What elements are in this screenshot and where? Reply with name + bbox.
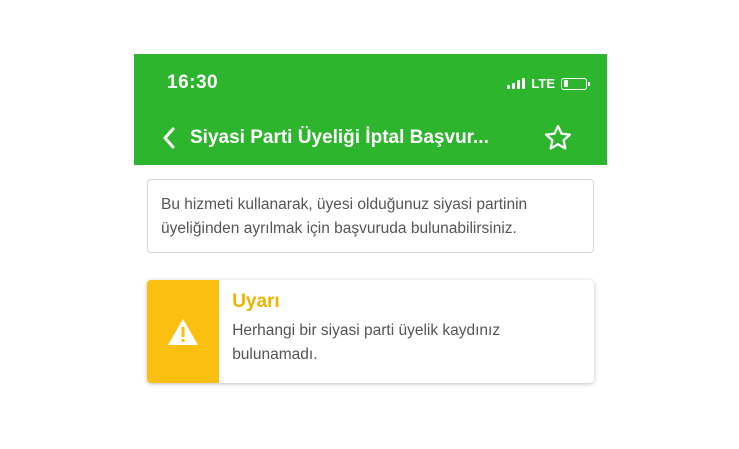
network-type: LTE bbox=[531, 76, 555, 91]
info-box: Bu hizmeti kullanarak, üyesi olduğunuz s… bbox=[147, 179, 594, 253]
alert-body: Uyarı Herhangi bir siyasi parti üyelik k… bbox=[219, 280, 594, 383]
app-header: 16:30 LTE Siyasi Parti Üyeliği İptal Baş… bbox=[134, 54, 607, 165]
status-indicators: LTE bbox=[507, 76, 590, 91]
star-outline-icon bbox=[545, 125, 571, 150]
battery-fill bbox=[563, 80, 568, 87]
page-title: Siyasi Parti Üyeliği İptal Başvur... bbox=[190, 127, 489, 148]
back-button[interactable] bbox=[158, 124, 180, 152]
warning-alert: Uyarı Herhangi bir siyasi parti üyelik k… bbox=[147, 280, 594, 383]
battery-icon bbox=[561, 77, 590, 90]
alert-title: Uyarı bbox=[232, 291, 280, 312]
alert-message: Herhangi bir siyasi parti üyelik kaydını… bbox=[232, 322, 501, 363]
phone-screen: 16:30 LTE Siyasi Parti Üyeliği İptal Baş… bbox=[134, 54, 607, 449]
chevron-left-icon bbox=[163, 127, 175, 149]
alert-stripe bbox=[147, 280, 220, 383]
warning-icon bbox=[168, 318, 199, 345]
signal-icon bbox=[507, 78, 526, 89]
favorite-button[interactable] bbox=[543, 123, 573, 153]
info-text: Bu hizmeti kullanarak, üyesi olduğunuz s… bbox=[161, 196, 528, 237]
status-time: 16:30 bbox=[167, 72, 219, 93]
